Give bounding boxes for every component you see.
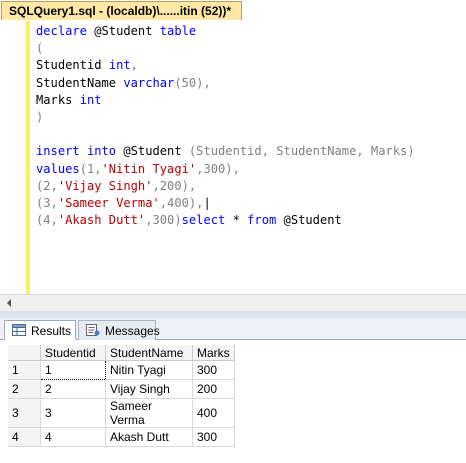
- messages-icon: [86, 324, 100, 336]
- horizontal-scrollbar[interactable]: [0, 294, 466, 311]
- table-row[interactable]: 2 2 Vijay Singh 200: [8, 379, 235, 399]
- results-pane: Results Messages Studentid StudentName M…: [0, 318, 466, 463]
- grid-cell[interactable]: Sameer Verma: [105, 398, 193, 428]
- column-header-studentname[interactable]: StudentName: [105, 345, 193, 361]
- tab-messages[interactable]: Messages: [78, 320, 160, 340]
- grid-cell[interactable]: 1: [40, 360, 106, 380]
- results-grid[interactable]: Studentid StudentName Marks 1 1 Nitin Ty…: [8, 345, 235, 447]
- document-tab-strip: SQLQuery1.sql - (localdb)\......itin (52…: [0, 0, 466, 21]
- row-number[interactable]: 3: [8, 398, 41, 428]
- tab-results[interactable]: Results: [4, 320, 76, 340]
- code-line-10: (2,'Vijay Singh',200),: [36, 178, 197, 193]
- code-line-6: ): [36, 110, 44, 125]
- tab-results-label: Results: [31, 324, 72, 338]
- code-line-4: StudentName varchar(50),: [36, 75, 211, 90]
- code-line-9: values(1,'Nitin Tyagi',300),: [36, 161, 240, 176]
- code-line-2: (: [36, 41, 44, 56]
- grid-corner[interactable]: [8, 345, 41, 361]
- code-line-1: declare @Student table: [36, 24, 197, 38]
- code-line-11: (3,'Sameer Verma',400),|: [36, 196, 211, 211]
- query-document-tab[interactable]: SQLQuery1.sql - (localdb)\......itin (52…: [1, 1, 242, 20]
- results-tab-strip: Results Messages: [0, 318, 466, 340]
- grid-cell[interactable]: 3: [40, 398, 106, 428]
- change-tracking-bar: [26, 21, 30, 294]
- grid-cell[interactable]: 300: [192, 360, 235, 380]
- table-row[interactable]: 4 4 Akash Dutt 300: [8, 427, 235, 447]
- grid-cell[interactable]: 200: [192, 379, 235, 399]
- grid-cell[interactable]: 4: [40, 427, 106, 447]
- query-editor[interactable]: declare @Student table ( Studentid int, …: [0, 21, 466, 294]
- grid-header-row: Studentid StudentName Marks: [8, 345, 235, 361]
- grid-cell[interactable]: 2: [40, 379, 106, 399]
- pane-splitter[interactable]: [0, 311, 466, 318]
- grid-cell[interactable]: Akash Dutt: [105, 427, 193, 447]
- row-number[interactable]: 4: [8, 427, 41, 447]
- sql-code[interactable]: declare @Student table ( Studentid int, …: [36, 23, 415, 229]
- table-row[interactable]: 1 1 Nitin Tyagi 300: [8, 360, 235, 380]
- grid-cell[interactable]: 300: [192, 427, 235, 447]
- results-grid-icon: [12, 324, 26, 336]
- table-row[interactable]: 3 3 Sameer Verma 400: [8, 398, 235, 428]
- code-line-5: Marks int: [36, 92, 102, 107]
- editor-gutter: [0, 21, 26, 294]
- grid-cell[interactable]: 400: [192, 398, 235, 428]
- grid-cell[interactable]: Nitin Tyagi: [105, 360, 193, 380]
- column-header-marks[interactable]: Marks: [192, 345, 235, 361]
- tab-messages-label: Messages: [105, 324, 160, 338]
- code-line-12: (4,'Akash Dutt',300): [36, 213, 182, 228]
- scroll-left-arrow-icon[interactable]: [7, 299, 11, 307]
- row-number[interactable]: 2: [8, 379, 41, 399]
- column-header-studentid[interactable]: Studentid: [40, 345, 106, 361]
- grid-cell[interactable]: Vijay Singh: [105, 379, 193, 399]
- code-line-3: Studentid int,: [36, 58, 138, 73]
- code-line-8: insert into @Student (Studentid, Student…: [36, 144, 415, 159]
- row-number[interactable]: 1: [8, 360, 41, 380]
